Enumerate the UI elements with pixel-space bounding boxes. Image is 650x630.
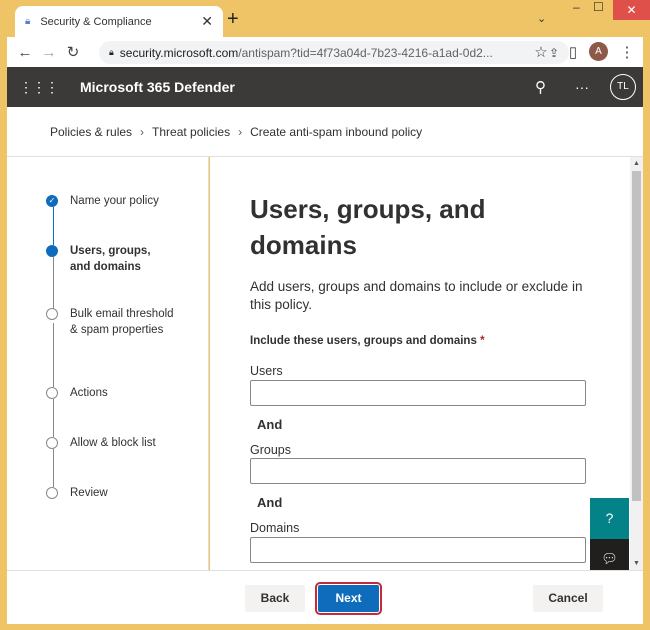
help-icon[interactable]: ? [590, 498, 629, 539]
lock-icon: 🔒︎ [109, 47, 114, 57]
pending-step-icon [46, 308, 58, 320]
scroll-up-icon[interactable]: ▲ [633, 160, 640, 167]
reload-icon[interactable]: ↻ [61, 43, 85, 61]
forward-arrow-icon[interactable]: → [37, 44, 61, 61]
sidebar-icon[interactable]: ▯ [561, 43, 585, 61]
scroll-down-icon[interactable]: ▼ [633, 560, 640, 567]
pending-step-icon [46, 437, 58, 449]
back-button[interactable]: Back [245, 585, 305, 612]
and-label: And [257, 495, 283, 510]
step-connector [53, 207, 54, 245]
chevron-down-icon[interactable]: ⌄ [537, 12, 546, 25]
next-button[interactable]: Next [315, 582, 382, 615]
groups-label: Groups [250, 443, 291, 457]
step-review[interactable]: Review [46, 485, 108, 501]
page-title: Users, groups, and domains [250, 194, 486, 260]
app-header: ⋮⋮⋮ Microsoft 365 Defender ⚲ ··· TL [7, 67, 643, 107]
url-host: security.microsoft.com [119, 45, 239, 60]
step-bulk-email[interactable]: Bulk email threshold & spam properties [46, 306, 178, 338]
and-label: And [257, 417, 283, 432]
back-arrow-icon[interactable]: ← [13, 44, 37, 61]
more-icon[interactable]: ··· [575, 79, 589, 95]
chevron-right-icon: › [140, 124, 145, 139]
footer: Back Next Cancel [7, 570, 643, 624]
include-text: Include these users, groups and domains [250, 335, 477, 347]
step-connector [53, 449, 54, 487]
breadcrumb-item[interactable]: Policies & rules [50, 125, 132, 139]
close-tab-icon[interactable]: ✕ [201, 13, 213, 30]
lock-icon: 🔒︎ [25, 16, 31, 27]
step-label: Allow & block list [70, 437, 156, 449]
check-icon: ✓ [46, 195, 58, 207]
step-label: Actions [70, 387, 108, 399]
description: Add users, groups and domains to include… [250, 279, 583, 312]
domains-input[interactable] [250, 537, 586, 563]
pending-step-icon [46, 487, 58, 499]
maximize-icon[interactable]: ☐ [593, 0, 604, 14]
step-label: Bulk email threshold & spam properties [70, 308, 174, 336]
scrollbar-thumb[interactable] [632, 171, 641, 501]
url-input[interactable]: 🔒︎ security.microsoft.com/antispam?tid=4… [99, 41, 569, 64]
users-label: Users [250, 364, 283, 378]
star-icon[interactable]: ☆ [529, 43, 553, 61]
current-step-icon [46, 245, 58, 257]
step-label: Users, groups, and domains [70, 245, 151, 273]
profile-avatar[interactable]: A [589, 42, 608, 61]
include-label: Include these users, groups and domains … [250, 335, 485, 347]
new-tab-icon[interactable]: + [227, 8, 239, 31]
breadcrumb: Policies & rules › Threat policies › Creat… [7, 107, 643, 157]
main-panel: Users, groups, and domains Add users, gr… [210, 157, 630, 570]
domains-label: Domains [250, 521, 300, 535]
breadcrumb-item[interactable]: Threat policies [152, 125, 230, 139]
minimize-icon[interactable]: – [573, 0, 580, 14]
chevron-right-icon: › [238, 124, 243, 139]
step-allow-block[interactable]: Allow & block list [46, 435, 156, 451]
breadcrumb-item: Create anti-spam inbound policy [250, 124, 423, 139]
cancel-button[interactable]: Cancel [533, 585, 603, 612]
scrollbar[interactable]: ▲ ▼ [630, 157, 643, 570]
browser-tab[interactable]: 🔒︎ Security & Compliance ✕ [15, 6, 223, 37]
tab-title: Security & Compliance [40, 15, 152, 28]
step-actions[interactable]: Actions [46, 385, 108, 401]
step-label: Review [70, 487, 108, 499]
url-path: /antispam?tid=4f73a04d-7b23-4216-a1ad-0d… [238, 45, 493, 60]
step-label: Name your policy [70, 195, 159, 207]
tab-bar: 🔒︎ Security & Compliance ✕ + ⌄ – ☐ ✕ [7, 0, 650, 37]
window-close-icon[interactable]: ✕ [613, 0, 650, 20]
step-connector [53, 399, 54, 437]
pending-step-icon [46, 387, 58, 399]
required-mark: * [480, 335, 485, 347]
wizard-steps: ✓ Name your policy Users, groups, and dom… [7, 157, 209, 570]
search-icon[interactable]: ⚲ [535, 78, 546, 96]
step-name-your-policy[interactable]: ✓ Name your policy [46, 193, 159, 209]
users-input[interactable] [250, 380, 586, 406]
app-title: Microsoft 365 Defender [80, 79, 235, 95]
browser-window: 🔒︎ Security & Compliance ✕ + ⌄ – ☐ ✕ ← →… [7, 0, 650, 624]
step-users-groups-domains[interactable]: Users, groups, and domains [46, 243, 158, 275]
user-avatar[interactable]: TL [610, 74, 636, 100]
menu-icon[interactable]: ⋮ [615, 43, 639, 61]
app-launcher-icon[interactable]: ⋮⋮⋮ [19, 79, 59, 96]
address-bar: ← → ↻ 🔒︎ security.microsoft.com/antispam… [7, 37, 643, 67]
groups-input[interactable] [250, 458, 586, 484]
